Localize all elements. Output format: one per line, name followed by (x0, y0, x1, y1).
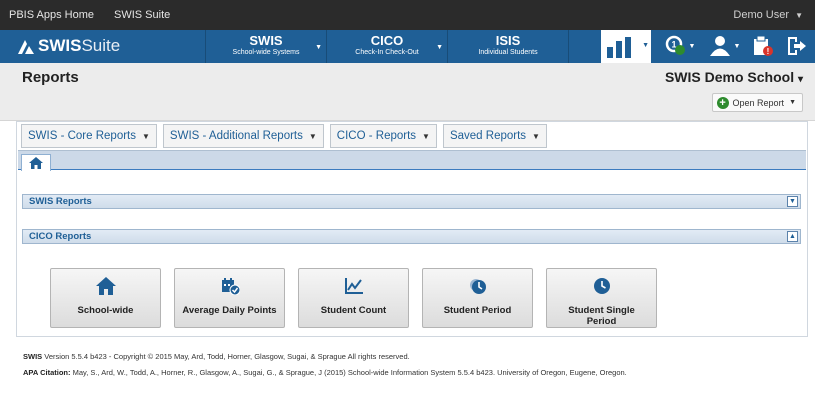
page-header: Reports SWIS Demo School ▾ + Open Report… (0, 63, 815, 121)
brand-light: Suite (81, 36, 121, 55)
report-tab-strip (18, 150, 806, 171)
home-tab[interactable] (21, 154, 51, 171)
home-icon (95, 277, 116, 295)
report-button-student-period[interactable]: Student Period (422, 268, 533, 328)
home-icon (29, 157, 43, 169)
pbis-apps-home-link[interactable]: PBIS Apps Home (9, 9, 94, 21)
nav-menu-title: SWIS (249, 33, 283, 48)
section-header-cico-reports[interactable]: CICO Reports ▲ (22, 229, 801, 244)
tab-swis-additional-reports[interactable]: SWIS - Additional Reports ▼ (162, 124, 324, 148)
caret-down-icon: ▼ (142, 131, 150, 141)
logout-button[interactable] (782, 32, 810, 60)
report-button-average-daily-points[interactable]: Average Daily Points (174, 268, 285, 328)
caret-down-icon: ▼ (308, 131, 317, 141)
brand-bold: SWIS (38, 36, 82, 55)
nav-menu-subtitle: Individual Students (478, 49, 538, 56)
report-button-label: Student Count (320, 305, 387, 316)
report-button-label: Average Daily Points (182, 305, 277, 316)
caret-down-icon: ▼ (789, 99, 796, 106)
alerts-menu[interactable]: ! (748, 32, 778, 60)
tab-label: Saved Reports (449, 130, 527, 142)
plus-circle-icon: + (716, 96, 729, 109)
footer-citation: APA Citation: May, S., Ard, W., Todd, A.… (23, 368, 627, 378)
nav-menu-title: ISIS (495, 33, 521, 48)
reports-panel: SWIS - Core Reports ▼ SWIS - Additional R… (16, 121, 808, 337)
expand-icon[interactable]: ▼ (787, 196, 798, 207)
caret-down-icon: ▼ (688, 42, 696, 50)
report-button-label: Student Period (443, 305, 512, 316)
nav-divider (568, 30, 569, 63)
tab-label: CICO - Reports (336, 130, 417, 142)
section-header-swis-reports[interactable]: SWIS Reports ▼ (22, 194, 801, 209)
caret-down-icon: ▼ (795, 11, 803, 20)
main-navbar: SWIS Suite SWIS School-wide Systems ▼ CIC… (0, 30, 815, 63)
caret-down-icon: ▼ (436, 44, 443, 51)
nav-menu-cico[interactable]: CICO Check-In Check-Out ▼ (327, 30, 447, 63)
users-icon (709, 36, 730, 56)
user-name: Demo User (733, 9, 790, 21)
caret-down-icon: ▼ (532, 131, 540, 141)
swis-suite-logo[interactable]: SWIS Suite (16, 36, 120, 56)
report-button-label: School-wide (77, 305, 134, 316)
tab-cico-reports[interactable]: CICO - Reports ▼ (329, 124, 437, 148)
nav-menu-subtitle: School-wide Systems (232, 49, 300, 56)
alerts-icon: ! (754, 35, 773, 56)
report-button-student-count[interactable]: Student Count (298, 268, 409, 328)
line-chart-icon (344, 278, 363, 294)
page-title: Reports (22, 69, 79, 86)
support-icon: 1 (665, 35, 685, 55)
caret-down-icon: ▼ (422, 131, 430, 141)
footer-citation-text: May, S., Ard, W., Todd, A., Horner, R., … (72, 368, 627, 377)
open-report-label: Open Report (732, 97, 785, 108)
footer-version-label: SWIS (23, 352, 43, 361)
nav-menu-title: CICO (370, 33, 404, 48)
caret-down-icon: ▼ (642, 42, 649, 49)
logout-icon (788, 37, 806, 55)
bar-chart-icon (607, 37, 631, 58)
top-bar: PBIS Apps Home SWIS Suite Demo User ▼ (0, 0, 815, 30)
school-selector[interactable]: SWIS Demo School ▾ (665, 69, 803, 85)
caret-down-icon: ▾ (797, 74, 803, 85)
calendar-check-icon (221, 278, 240, 295)
footer-version-text: Version 5.5.4 b423 - Copyright © 2015 Ma… (44, 352, 410, 361)
support-menu[interactable]: 1 ▼ (660, 32, 700, 60)
user-menu[interactable]: Demo User ▼ (733, 9, 803, 21)
nav-menu-swis[interactable]: SWIS School-wide Systems ▼ (206, 30, 326, 63)
nav-menu-subtitle: Check-In Check-Out (355, 49, 419, 56)
tab-swis-core-reports[interactable]: SWIS - Core Reports ▼ (21, 124, 157, 148)
svg-text:!: ! (767, 47, 770, 56)
clock-icon (469, 279, 486, 294)
caret-down-icon: ▼ (315, 44, 322, 51)
open-report-button[interactable]: + Open Report ▼ (711, 93, 803, 112)
school-name: SWIS Demo School (664, 69, 795, 85)
tab-label: SWIS - Additional Reports (169, 130, 303, 142)
footer-version: SWIS Version 5.5.4 b423 - Copyright © 20… (23, 352, 627, 362)
swis-suite-link[interactable]: SWIS Suite (114, 9, 170, 21)
report-button-label: Student Single Period (568, 305, 635, 327)
section-title: SWIS Reports (29, 196, 92, 207)
footer-citation-label: APA Citation: (23, 368, 71, 377)
caret-down-icon: ▼ (733, 42, 741, 50)
report-button-student-single-period[interactable]: Student Single Period (546, 268, 657, 328)
tab-label: SWIS - Core Reports (28, 130, 136, 142)
report-button-school-wide[interactable]: School-wide (50, 268, 161, 328)
users-menu[interactable]: ▼ (704, 32, 744, 60)
clock-icon (593, 278, 610, 294)
report-category-tabs: SWIS - Core Reports ▼ SWIS - Additional R… (21, 124, 553, 148)
collapse-icon[interactable]: ▲ (787, 231, 798, 242)
reports-nav-button[interactable]: ▼ (601, 30, 651, 63)
nav-menu-isis[interactable]: ISIS Individual Students (448, 30, 568, 63)
section-title: CICO Reports (29, 231, 92, 242)
page-footer: SWIS Version 5.5.4 b423 - Copyright © 20… (23, 352, 627, 384)
swis-logo-icon (18, 40, 34, 54)
tab-saved-reports[interactable]: Saved Reports ▼ (442, 124, 547, 148)
